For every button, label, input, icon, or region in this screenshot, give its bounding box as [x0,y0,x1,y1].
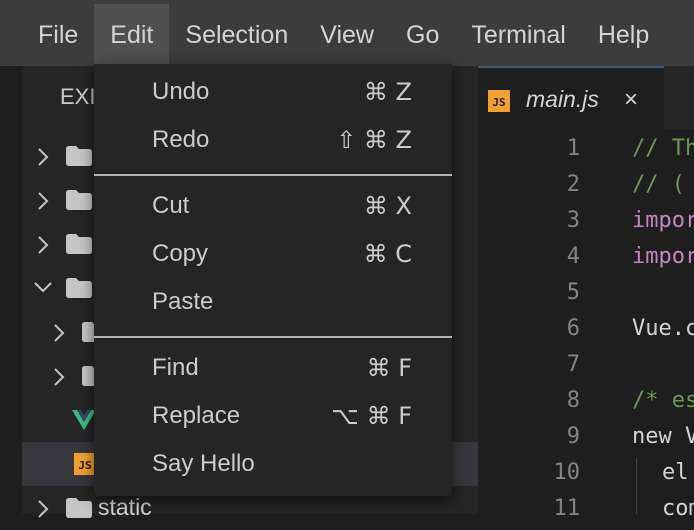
tab-strip [664,66,694,130]
shortcut-label: ⌘ X [363,192,412,220]
menu-item-redo[interactable]: Redo ⇧ ⌘ Z [94,118,452,162]
menu-item-paste[interactable]: Paste [94,280,452,324]
menu-go[interactable]: Go [390,4,455,66]
menu-item-replace[interactable]: Replace ⌥ ⌘ F [94,394,452,438]
chevron-right-icon [36,146,50,168]
chevron-right-icon [36,498,50,520]
vue-icon [72,410,96,435]
line-number: 7 [566,352,580,377]
menu-separator [94,174,452,176]
shortcut-label: ⌘ C [363,240,412,268]
menu-item-label: Cut [152,192,190,219]
edit-menu-dropdown: Undo ⌘ Z Redo ⇧ ⌘ Z Cut ⌘ X Copy ⌘ C Pas… [94,64,452,496]
folder-icon [66,190,92,210]
menu-separator [94,336,452,338]
menu-terminal[interactable]: Terminal [455,4,581,66]
line-number: 3 [566,208,580,233]
code-line[interactable]: impor [632,244,694,269]
js-file-icon: JS [488,90,510,112]
line-number: 10 [553,460,581,485]
menu-help[interactable]: Help [582,4,665,66]
tab-label: main.js [526,86,599,112]
menu-item-label: Replace [152,402,241,429]
menu-selection[interactable]: Selection [169,4,304,66]
code-line[interactable]: // Th [632,136,694,161]
code-line[interactable]: /* es [632,388,694,413]
menu-item-label: Redo [152,126,210,153]
shortcut-label: ⌥ ⌘ F [331,402,412,430]
menu-item-label: Undo [152,78,210,105]
line-number: 4 [566,244,580,269]
line-number: 5 [566,280,580,305]
menu-item-label: Copy [152,240,209,267]
menu-bar: File Edit Selection View Go Terminal Hel… [0,0,694,66]
menu-item-label: Say Hello [152,450,255,477]
menu-file[interactable]: File [22,4,94,66]
folder-icon [66,498,92,518]
menu-item-copy[interactable]: Copy ⌘ C [94,232,452,276]
menu-item-label: Find [152,354,199,381]
code-line[interactable]: com [662,496,694,521]
tab-main-js[interactable]: JS main.js × [478,66,664,130]
shortcut-label: ⌘ Z [363,78,412,106]
code-line[interactable]: impor [632,208,694,233]
shortcut-label: ⌘ F [366,354,412,382]
menu-item-say-hello[interactable]: Say Hello [94,442,452,486]
chevron-down-icon [32,280,54,294]
menu-item-undo[interactable]: Undo ⌘ Z [94,70,452,114]
line-number: 9 [566,424,580,449]
chevron-right-icon [52,322,66,344]
shortcut-label: ⇧ ⌘ Z [336,126,412,154]
menu-item-label: Paste [152,288,214,315]
code-line[interactable]: new V [632,424,694,449]
close-icon[interactable]: × [624,86,638,114]
chevron-right-icon [52,366,66,388]
menu-item-find[interactable]: Find ⌘ F [94,346,452,390]
chevron-right-icon [36,234,50,256]
indent-guide [636,458,637,514]
explorer-title: EXI [60,84,96,109]
line-number: 1 [566,136,580,161]
line-number: 8 [566,388,580,413]
tree-label-static: static [98,494,152,520]
js-file-icon: JS [74,453,96,475]
folder-icon [66,146,92,166]
code-line[interactable]: el [662,460,689,485]
folder-open-icon [66,278,92,298]
editor-pane: JS main.js × 1 2 3 4 5 6 7 8 9 10 11 // … [478,66,694,521]
line-number: 6 [566,316,580,341]
menu-view[interactable]: View [304,4,390,66]
menu-edit[interactable]: Edit [94,4,170,66]
code-line[interactable]: // ( [632,172,685,197]
line-number: 2 [566,172,580,197]
activity-gap [0,66,22,514]
menu-item-cut[interactable]: Cut ⌘ X [94,184,452,228]
chevron-right-icon [36,190,50,212]
folder-icon [66,234,92,254]
code-line[interactable]: Vue.c [632,316,694,341]
line-number: 11 [553,496,581,521]
